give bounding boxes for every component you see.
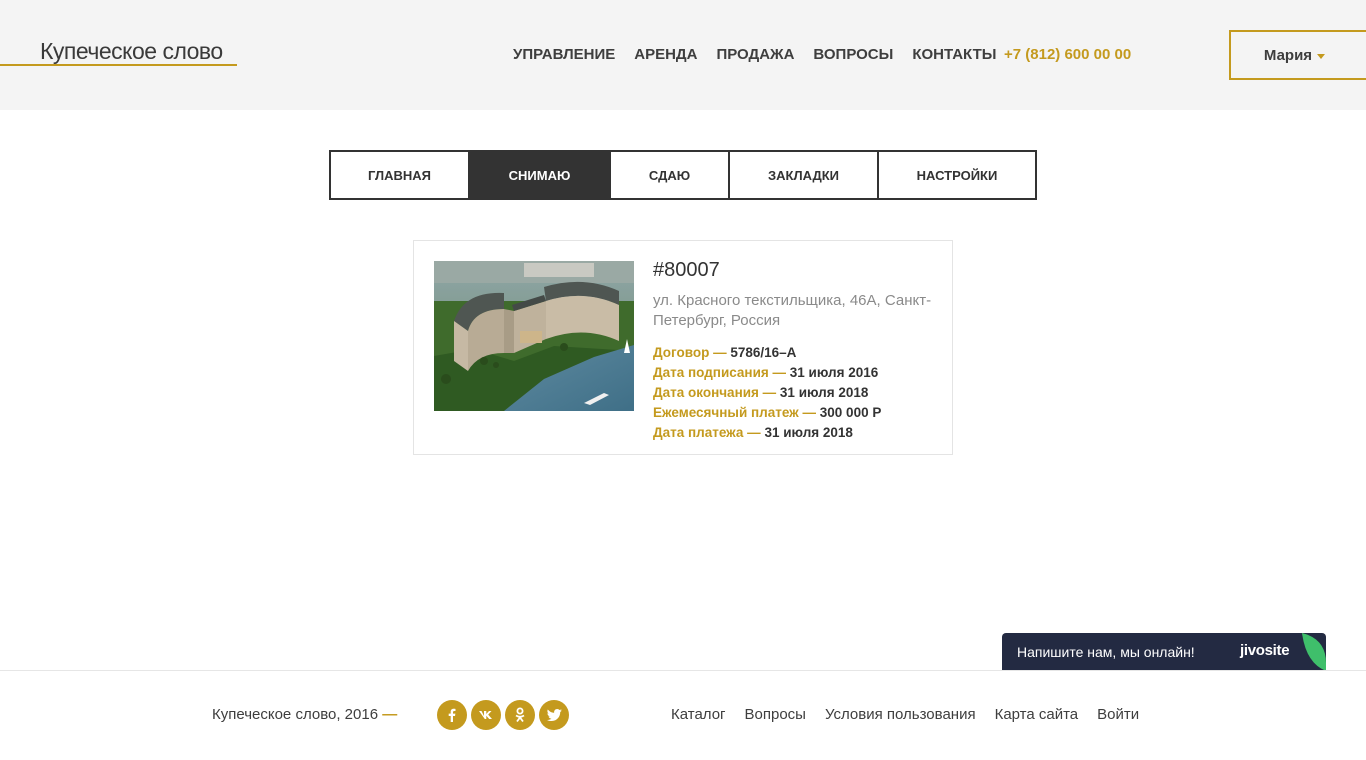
facebook-icon[interactable] (437, 700, 467, 730)
chat-prompt: Напишите нам, мы онлайн! (1017, 644, 1195, 660)
logo-underline (0, 64, 237, 66)
odnoklassniki-icon[interactable] (505, 700, 535, 730)
user-name: Мария (1263, 46, 1313, 64)
property-address: ул. Красного текстильщика, 46А, Санкт-Пе… (653, 292, 932, 329)
user-menu-button[interactable]: Мария (1229, 30, 1366, 80)
signing-date-value: 31 июля 2016 (789, 365, 879, 380)
signing-date-label: Дата подписания — (653, 365, 787, 380)
account-tabs: Главная Снимаю Сдаю Закладки Настройки (329, 150, 1037, 200)
footer-link-login[interactable]: Войти (1097, 706, 1139, 723)
footer-link-sitemap[interactable]: Карта сайта (995, 706, 1079, 723)
property-photo[interactable] (434, 261, 634, 411)
monthly-payment-label: Ежемесячный платеж — (653, 405, 817, 420)
end-date-label: Дата окончания — (653, 385, 777, 400)
end-date-row: Дата окончания — 31 июля 2018 (653, 383, 881, 403)
main-nav: Управление Аренда Продажа Вопросы Контак… (513, 46, 1015, 63)
property-photo-image (434, 261, 634, 411)
footer-link-questions[interactable]: Вопросы (745, 706, 806, 723)
leaf-icon (1302, 633, 1326, 671)
social-links (437, 700, 569, 730)
nav-questions[interactable]: Вопросы (813, 46, 893, 63)
property-id: #80007 (653, 259, 720, 281)
tab-settings[interactable]: Настройки (879, 152, 1035, 198)
phone-link[interactable]: +7 (812) 600 00 00 (1004, 46, 1131, 63)
monthly-payment-row: Ежемесячный платеж — 300 000 Р (653, 403, 881, 423)
site-header: Купеческое слово Управление Аренда Прода… (0, 0, 1366, 110)
copyright-dash: — (382, 706, 398, 723)
contract-value: 5786/16–А (730, 345, 797, 360)
footer-link-terms[interactable]: Условия пользования (825, 706, 976, 723)
nav-sale[interactable]: Продажа (716, 46, 794, 63)
footer-nav: Каталог Вопросы Условия пользования Карт… (671, 706, 1158, 723)
twitter-icon[interactable] (539, 700, 569, 730)
footer-copyright: Купеческое слово, 2016 — (212, 706, 397, 723)
payment-date-row: Дата платежа — 31 июля 2018 (653, 423, 881, 443)
chevron-down-icon (1317, 53, 1326, 59)
tab-leasing[interactable]: Сдаю (611, 152, 730, 198)
footer-link-catalog[interactable]: Каталог (671, 706, 726, 723)
payment-date-label: Дата платежа — (653, 425, 761, 440)
tab-renting[interactable]: Снимаю (470, 152, 611, 198)
site-logo[interactable]: Купеческое слово (40, 38, 223, 65)
vk-icon[interactable] (471, 700, 501, 730)
monthly-payment-value: 300 000 Р (819, 405, 882, 420)
signing-date-row: Дата подписания — 31 июля 2016 (653, 363, 881, 383)
payment-date-value: 31 июля 2018 (764, 425, 853, 440)
footer-divider (0, 670, 1366, 671)
chat-widget[interactable]: Напишите нам, мы онлайн! jivosite (1002, 633, 1326, 671)
jivosite-logo: jivosite (1240, 642, 1290, 659)
tab-main[interactable]: Главная (331, 152, 470, 198)
nav-contacts[interactable]: Контакты (912, 46, 996, 63)
rental-card[interactable]: #80007 ул. Красного текстильщика, 46А, С… (413, 240, 953, 455)
tab-bookmarks[interactable]: Закладки (730, 152, 879, 198)
contract-row: Договор — 5786/16–А (653, 343, 881, 363)
contract-details: Договор — 5786/16–А Дата подписания — 31… (653, 343, 881, 443)
nav-management[interactable]: Управление (513, 46, 615, 63)
end-date-value: 31 июля 2018 (779, 385, 869, 400)
nav-rent[interactable]: Аренда (634, 46, 697, 63)
contract-label: Договор — (653, 345, 727, 360)
copyright-text: Купеческое слово, 2016 (212, 706, 379, 723)
